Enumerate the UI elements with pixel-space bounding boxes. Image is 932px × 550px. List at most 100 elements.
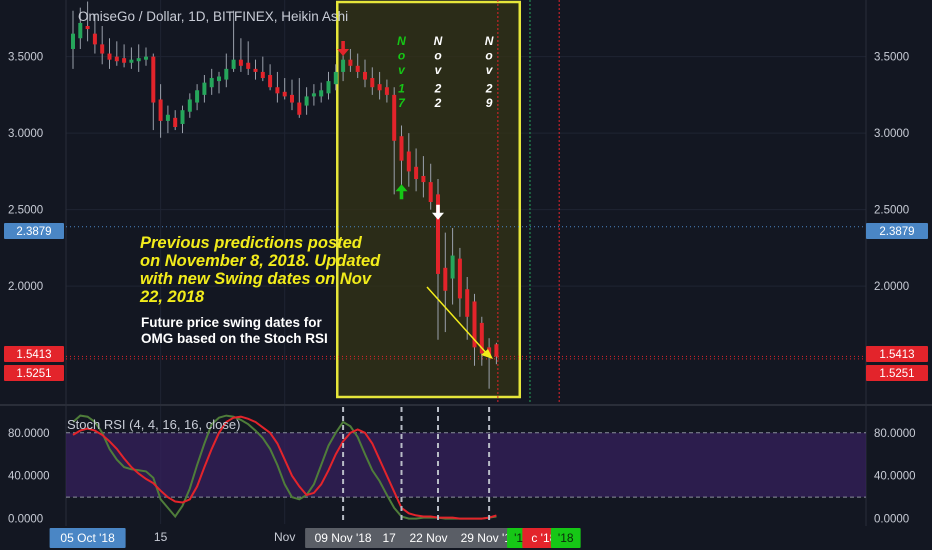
time-axis-label: Nov: [274, 530, 295, 544]
candle-body: [195, 90, 200, 103]
right-rsi-tick: 0.0000: [874, 514, 909, 526]
candle-body: [406, 151, 411, 172]
swing-date-char: 2: [485, 82, 493, 96]
candle-body: [260, 71, 265, 79]
time-axis-label: 15: [154, 530, 168, 544]
candle[interactable]: [304, 87, 309, 115]
candle[interactable]: [275, 71, 280, 103]
candle-body: [443, 267, 448, 291]
annotation-sub-text: Future price swing dates for OMG based o…: [141, 315, 328, 346]
candle[interactable]: [114, 41, 119, 66]
svg-text:OMG based on the Stoch RSI: OMG based on the Stoch RSI: [141, 331, 328, 346]
candle-body: [209, 78, 214, 88]
candle-body: [187, 99, 192, 112]
candle[interactable]: [158, 84, 163, 138]
price-tag-label: 1.5413: [16, 349, 51, 361]
price-tag-label: 1.5251: [16, 368, 51, 380]
candle-body: [494, 344, 499, 357]
candle[interactable]: [122, 44, 127, 68]
candle-body: [370, 78, 375, 88]
candle-body: [151, 56, 156, 103]
candle-body: [450, 255, 455, 279]
price-tag-label: 2.3879: [879, 226, 914, 238]
candle-body: [341, 59, 346, 72]
candle-body: [217, 76, 221, 82]
candle[interactable]: [180, 105, 185, 134]
candle-body: [253, 68, 258, 72]
stoch-rsi-label: Stoch RSI (4, 4, 16, 16, close): [67, 417, 240, 432]
candle[interactable]: [217, 71, 221, 94]
candle[interactable]: [319, 82, 324, 103]
candle[interactable]: [297, 78, 302, 118]
candle-body: [304, 96, 309, 106]
left-price-tick: 2.0000: [8, 281, 43, 293]
candle-body: [78, 22, 83, 39]
candle-body: [224, 68, 229, 80]
swing-date-char: o: [485, 49, 492, 63]
svg-text:with new Swing dates on Nov: with new Swing dates on Nov: [140, 270, 372, 288]
candle-body: [297, 102, 302, 115]
candle[interactable]: [187, 93, 192, 118]
candle-body: [392, 94, 397, 141]
swing-date-char: o: [398, 49, 405, 63]
candle-body: [326, 81, 331, 94]
candle-body: [165, 114, 170, 121]
candle-body: [246, 62, 251, 69]
right-price-tick: 3.5000: [874, 52, 909, 64]
price-tag-label: 2.3879: [16, 226, 51, 238]
candle-body: [114, 56, 119, 62]
candle[interactable]: [195, 84, 200, 111]
candle[interactable]: [136, 44, 141, 72]
candle-body: [399, 136, 404, 161]
candle-body: [282, 91, 287, 97]
candle-body: [363, 71, 367, 80]
left-price-tick: 2.5000: [8, 205, 43, 217]
candle-body: [268, 74, 273, 88]
svg-text:Previous predictions posted: Previous predictions posted: [140, 234, 363, 252]
candle-body: [71, 33, 75, 49]
candle[interactable]: [71, 10, 75, 69]
candle[interactable]: [246, 41, 251, 75]
candle-body: [465, 289, 470, 317]
candle-body: [311, 93, 316, 97]
left-price-tick: 3.0000: [8, 128, 43, 140]
candle[interactable]: [253, 59, 258, 80]
time-axis-date-tag-label: '18: [558, 531, 574, 545]
candle[interactable]: [290, 79, 294, 111]
candle[interactable]: [100, 26, 105, 65]
time-axis-date-tag-label: 05 Oct '18: [60, 531, 115, 545]
candle[interactable]: [238, 38, 243, 72]
price-tag-label: 1.5251: [879, 368, 914, 380]
svg-text:Future price swing dates for: Future price swing dates for: [141, 315, 323, 330]
candle[interactable]: [224, 53, 229, 88]
right-price-tick: 3.0000: [874, 128, 909, 140]
candle-body: [428, 182, 433, 202]
candle[interactable]: [173, 110, 178, 131]
candle[interactable]: [260, 56, 265, 82]
candle-body: [457, 258, 462, 299]
candle[interactable]: [129, 47, 134, 69]
candle[interactable]: [282, 78, 287, 100]
tradingview-chart[interactable]: Nov17Nov22Nov29 3.5000 3.50003.0000 3.0000…: [0, 0, 932, 550]
candle[interactable]: [311, 84, 316, 106]
candle[interactable]: [151, 53, 156, 131]
candle-body: [173, 117, 178, 128]
candle[interactable]: [144, 47, 148, 66]
candle[interactable]: [209, 68, 214, 95]
swing-date-char: N: [485, 34, 494, 48]
swing-date-char: N: [397, 34, 406, 48]
svg-text:on November 8, 2018. Updated: on November 8, 2018. Updated: [140, 252, 381, 270]
candle-body: [144, 56, 148, 60]
svg-text:22, 2018: 22, 2018: [139, 288, 205, 306]
right-rsi-tick: 80.0000: [874, 428, 916, 440]
candle-body: [136, 58, 141, 62]
candle[interactable]: [107, 38, 112, 69]
candle[interactable]: [268, 64, 273, 91]
chart-title: OmiseGo / Dollar, 1D, BITFINEX, Heikin A…: [78, 9, 348, 24]
right-price-tick: 2.5000: [874, 205, 909, 217]
swing-date-label: Nov22: [434, 34, 443, 110]
candle[interactable]: [202, 74, 207, 103]
candle[interactable]: [165, 105, 170, 134]
time-axis[interactable]: Oct05 Oct '1815Nov09 Nov '1817 Nov22 Nov…: [0, 526, 932, 550]
candle[interactable]: [326, 71, 331, 100]
